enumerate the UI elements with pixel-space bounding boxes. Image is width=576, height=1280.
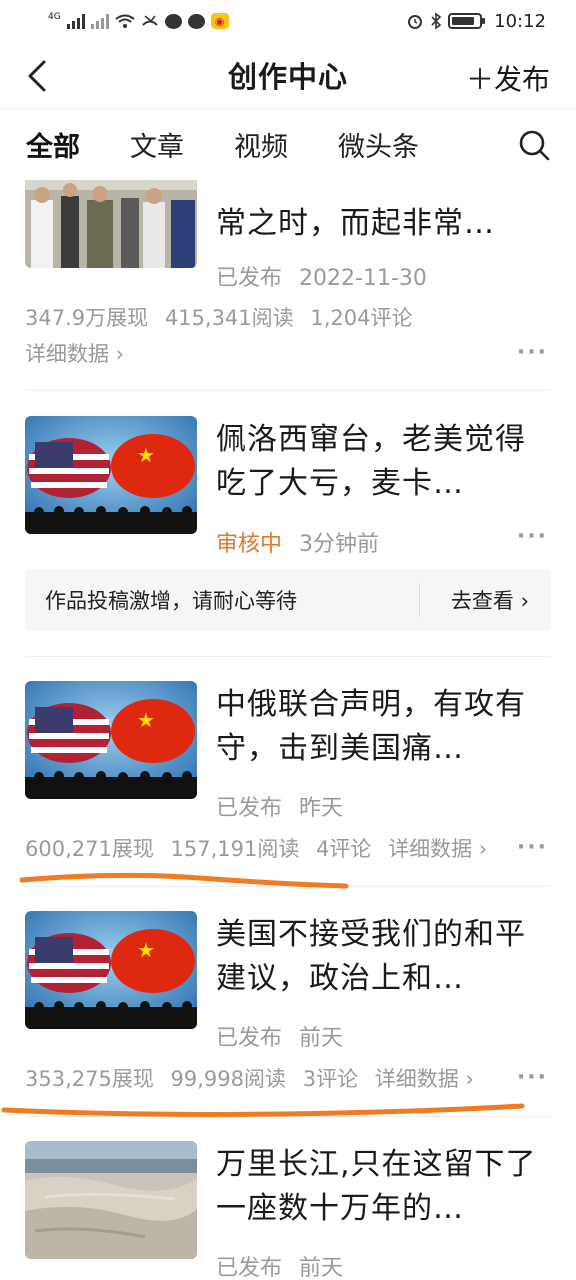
detail-data-link[interactable]: 详细数据 › — [388, 837, 487, 861]
publish-button[interactable]: ＋发布 — [466, 58, 550, 98]
reads-count: 157,191阅读 — [170, 837, 300, 861]
more-icon[interactable]: ··· — [517, 1065, 548, 1090]
status-bar: 4G ◉ 10:12 — [0, 0, 576, 42]
views-count: 347.9万展现 — [25, 306, 149, 330]
divider — [25, 390, 551, 391]
tab-all[interactable]: 全部 — [26, 125, 80, 164]
item-stats: 347.9万展现 415,341阅读 1,204评论 — [25, 302, 422, 332]
item-meta: 已发布 前天 — [216, 1020, 343, 1052]
publish-status: 已发布 — [216, 266, 283, 291]
clock: 10:12 — [494, 10, 546, 32]
item-title[interactable]: 常之时，而起非常… — [216, 202, 546, 246]
svg-text:★: ★ — [137, 938, 155, 962]
item-meta: 已发布 昨天 — [216, 790, 343, 822]
comments-count: 3评论 — [302, 1067, 359, 1091]
item-stats: 353,275展现 99,998阅读 3评论 详细数据 › — [25, 1063, 484, 1093]
more-icon[interactable]: ··· — [517, 835, 548, 860]
search-icon[interactable] — [516, 127, 552, 163]
item-thumbnail — [25, 180, 197, 268]
page-title: 创作中心 — [227, 60, 348, 94]
item-thumbnail — [25, 1141, 197, 1259]
reads-count: 99,998阅读 — [170, 1067, 287, 1091]
status-right: 10:12 — [406, 11, 546, 32]
phone-missed-icon — [141, 15, 158, 26]
more-icon[interactable]: ··· — [517, 340, 548, 365]
tab-videos[interactable]: 视频 — [234, 125, 288, 164]
weibo-icon: ◉ — [210, 13, 229, 29]
publish-status: 已发布 — [216, 796, 283, 821]
signal-icon — [66, 13, 85, 29]
item-thumbnail: ★ — [25, 911, 197, 1029]
tab-articles[interactable]: 文章 — [130, 125, 184, 164]
publish-date: 昨天 — [299, 796, 344, 821]
item-meta: 已发布 前天 — [216, 1250, 343, 1280]
publish-status: 已发布 — [216, 1256, 283, 1280]
notice-separator — [419, 583, 420, 617]
item-title[interactable]: 美国不接受我们的和平建议，政治上和… — [216, 913, 546, 1001]
detail-data-link[interactable]: 详细数据 › — [375, 1067, 474, 1091]
more-icon[interactable]: ··· — [517, 524, 548, 549]
network-type: 4G — [48, 12, 61, 22]
review-status: 审核中 — [216, 532, 283, 557]
divider — [25, 1116, 551, 1117]
content-feed[interactable]: 常之时，而起非常… 已发布 2022-11-30 347.9万展现 415,34… — [0, 180, 576, 1280]
wifi-icon — [115, 14, 135, 28]
views-count: 600,271展现 — [25, 837, 154, 861]
status-left: 4G ◉ — [48, 13, 229, 29]
signal-2-icon — [90, 13, 109, 29]
tab-micro-posts[interactable]: 微头条 — [338, 125, 419, 164]
reads-count: 415,341阅读 — [164, 306, 294, 330]
comments-count: 1,204评论 — [310, 306, 413, 330]
battery-icon — [448, 13, 486, 29]
publish-date: 前天 — [299, 1026, 344, 1051]
views-count: 353,275展现 — [25, 1067, 154, 1091]
svg-text:★: ★ — [137, 708, 155, 732]
notice-text: 作品投稿激增，请耐心等待 — [45, 589, 297, 613]
view-notice-button[interactable]: 去查看 › — [451, 585, 529, 615]
publish-status: 已发布 — [216, 1026, 283, 1051]
divider — [25, 886, 551, 887]
chat-icon — [187, 13, 205, 29]
app-header: 创作中心 ＋发布 — [0, 42, 576, 108]
back-button[interactable] — [22, 56, 58, 96]
item-title[interactable]: 万里长江,只在这留下了一座数十万年的… — [216, 1143, 546, 1231]
item-meta: 审核中 3分钟前 — [216, 526, 379, 558]
alarm-icon — [408, 15, 423, 29]
comments-count: 4评论 — [316, 837, 372, 861]
publish-date: 2022-11-30 — [299, 266, 427, 291]
bluetooth-icon — [431, 12, 442, 30]
item-title[interactable]: 佩洛西窜台，老美觉得吃了大亏，麦卡… — [216, 418, 546, 506]
tab-bar: 全部 文章 视频 微头条 — [0, 108, 576, 180]
publish-date: 3分钟前 — [299, 532, 380, 557]
item-thumbnail: ★ — [25, 681, 197, 799]
item-title[interactable]: 中俄联合声明，有攻有守，击到美国痛… — [216, 683, 546, 771]
item-thumbnail: ★ — [25, 416, 197, 534]
item-stats: 600,271展现 157,191阅读 4评论 详细数据 › — [25, 833, 497, 863]
item-meta: 已发布 2022-11-30 — [216, 260, 427, 292]
publish-date: 前天 — [299, 1256, 344, 1280]
detail-data-link[interactable]: 详细数据 › — [25, 338, 124, 368]
divider — [25, 656, 551, 657]
svg-text:★: ★ — [137, 443, 155, 467]
message-icon — [164, 13, 182, 29]
review-notice[interactable]: 作品投稿激增，请耐心等待 去查看 › — [25, 569, 551, 631]
